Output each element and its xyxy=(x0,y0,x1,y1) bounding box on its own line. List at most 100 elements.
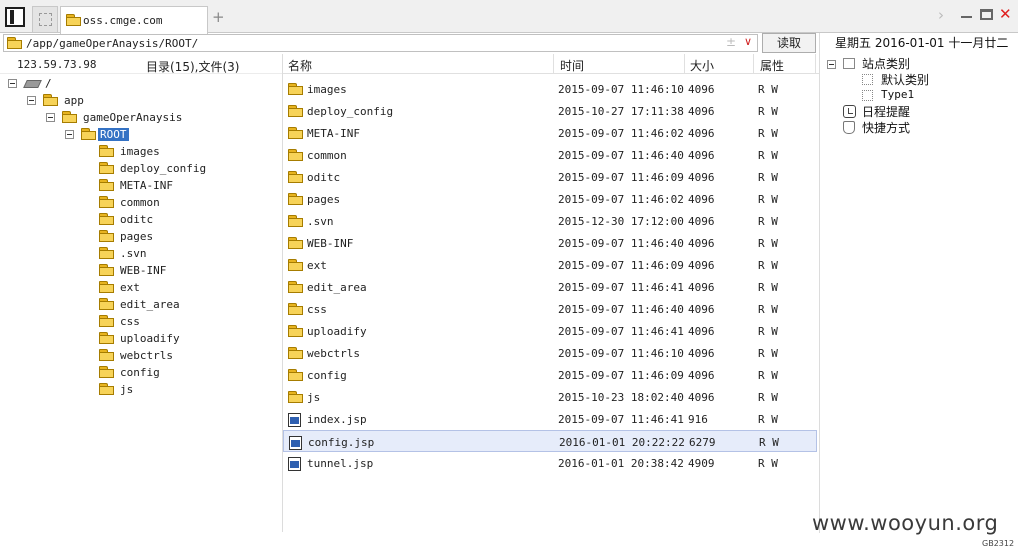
column-divider[interactable] xyxy=(684,54,685,74)
folder-icon xyxy=(7,37,22,49)
drive-icon xyxy=(23,80,42,88)
folder-icon xyxy=(288,127,303,139)
minimize-icon[interactable] xyxy=(961,16,972,18)
file-size: 4096 xyxy=(688,303,715,316)
folder-icon xyxy=(288,237,303,249)
file-size: 4096 xyxy=(688,391,715,404)
close-icon[interactable]: ✕ xyxy=(999,5,1012,23)
file-row[interactable]: oditc 2015-09-07 11:46:09 4096 R W xyxy=(283,166,817,188)
file-time: 2015-12-30 17:12:00 xyxy=(558,215,684,228)
collapse-icon[interactable] xyxy=(65,130,74,139)
tree-label: uploadify xyxy=(120,332,180,345)
file-row[interactable]: uploadify 2015-09-07 11:46:41 4096 R W xyxy=(283,320,817,342)
folder-icon xyxy=(43,94,58,106)
file-attr: R W xyxy=(759,436,779,449)
chevron-down-icon[interactable]: ∨ xyxy=(744,35,752,48)
file-name: images xyxy=(307,83,347,96)
folder-icon xyxy=(288,303,303,315)
file-row[interactable]: images 2015-09-07 11:46:10 4096 R W xyxy=(283,78,817,100)
file-row[interactable]: WEB-INF 2015-09-07 11:46:40 4096 R W xyxy=(283,232,817,254)
folder-icon xyxy=(99,366,114,378)
collapse-icon[interactable] xyxy=(46,113,55,122)
chevron-right-icon[interactable]: › xyxy=(938,6,944,24)
site-category-icon xyxy=(843,58,855,69)
item-counts: 目录(15),文件(3) xyxy=(146,60,240,74)
file-time: 2015-09-07 11:46:09 xyxy=(558,259,684,272)
folder-icon xyxy=(99,383,114,395)
file-time: 2015-09-07 11:46:10 xyxy=(558,83,684,96)
file-row[interactable]: .svn 2015-12-30 17:12:00 4096 R W xyxy=(283,210,817,232)
folder-icon xyxy=(81,128,96,140)
tree-label: app xyxy=(64,94,84,107)
new-tab-icon[interactable]: + xyxy=(212,8,225,26)
folder-icon xyxy=(99,145,114,157)
column-divider[interactable] xyxy=(753,54,754,74)
folder-icon xyxy=(99,247,114,259)
type1-icon xyxy=(862,90,873,101)
file-row[interactable]: config 2015-09-07 11:46:09 4096 R W xyxy=(283,364,817,386)
column-time[interactable]: 时间 xyxy=(560,57,584,74)
file-attr: R W xyxy=(758,457,778,470)
file-attr: R W xyxy=(758,83,778,96)
tree-label: deploy_config xyxy=(120,162,207,175)
file-attr: R W xyxy=(758,325,778,338)
file-row[interactable]: pages 2015-09-07 11:46:02 4096 R W xyxy=(283,188,817,210)
shortcuts-label[interactable]: 快捷方式 xyxy=(862,119,910,136)
folder-icon xyxy=(99,349,114,361)
file-attr: R W xyxy=(758,171,778,184)
column-divider[interactable] xyxy=(815,54,816,74)
blank-page-icon xyxy=(39,13,52,26)
file-name: ext xyxy=(307,259,327,272)
file-row[interactable]: edit_area 2015-09-07 11:46:41 4096 R W xyxy=(283,276,817,298)
file-row[interactable]: META-INF 2015-09-07 11:46:02 4096 R W xyxy=(283,122,817,144)
address-input[interactable]: /app/gameOperAnaysis/ROOT/ ± ∨ xyxy=(3,34,758,52)
file-row[interactable]: ext 2015-09-07 11:46:09 4096 R W xyxy=(283,254,817,276)
collapse-icon[interactable] xyxy=(827,60,836,69)
read-button[interactable]: 读取 xyxy=(762,33,816,53)
file-attr: R W xyxy=(758,127,778,140)
type1-label[interactable]: Type1 xyxy=(881,88,914,101)
file-name: index.jsp xyxy=(307,413,367,426)
collapse-icon[interactable] xyxy=(27,96,36,105)
tab-blank[interactable] xyxy=(32,6,58,32)
site-category-label[interactable]: 站点类别 xyxy=(862,55,910,72)
address-value: /app/gameOperAnaysis/ROOT/ xyxy=(26,37,199,50)
file-row[interactable]: common 2015-09-07 11:46:40 4096 R W xyxy=(283,144,817,166)
maximize-icon[interactable] xyxy=(980,9,993,20)
collapse-icon[interactable] xyxy=(8,79,17,88)
file-list-header: 名称 时间 大小 属性 xyxy=(283,54,819,74)
file-row[interactable]: webctrls 2015-09-07 11:46:10 4096 R W xyxy=(283,342,817,364)
column-name[interactable]: 名称 xyxy=(288,57,312,74)
file-name: js xyxy=(307,391,321,404)
column-size[interactable]: 大小 xyxy=(690,57,714,74)
file-size: 4096 xyxy=(688,259,715,272)
file-attr: R W xyxy=(758,391,778,404)
file-name: css xyxy=(307,303,327,316)
file-row[interactable]: deploy_config 2015-10-27 17:11:38 4096 R W xyxy=(283,100,817,122)
file-time: 2016-01-01 20:38:42 xyxy=(558,457,684,470)
file-row[interactable]: js 2015-10-23 18:02:40 4096 R W xyxy=(283,386,817,408)
folder-icon xyxy=(288,215,303,227)
file-size: 4096 xyxy=(688,83,715,96)
sidebar-toggle-icon[interactable] xyxy=(5,7,25,27)
file-size: 4096 xyxy=(688,215,715,228)
file-size: 4096 xyxy=(688,193,715,206)
default-category-label[interactable]: 默认类别 xyxy=(881,71,929,88)
file-name: META-INF xyxy=(307,127,360,140)
file-time: 2016-01-01 20:22:22 xyxy=(559,436,685,449)
column-attr[interactable]: 属性 xyxy=(760,57,784,74)
file-row[interactable]: index.jsp 2015-09-07 11:46:41 916 R W xyxy=(283,408,817,430)
file-time: 2015-09-07 11:46:09 xyxy=(558,171,684,184)
file-name: uploadify xyxy=(307,325,367,338)
file-row[interactable]: tunnel.jsp 2016-01-01 20:38:42 4909 R W xyxy=(283,452,817,474)
clear-icon[interactable]: ± xyxy=(726,35,736,49)
column-divider[interactable] xyxy=(553,54,554,74)
tab-active[interactable]: oss.cmge.com xyxy=(60,6,208,34)
right-splitter[interactable] xyxy=(819,33,820,533)
file-size: 4096 xyxy=(688,171,715,184)
file-row[interactable]: config.jsp 2016-01-01 20:22:22 6279 R W xyxy=(283,430,817,452)
encoding-status: GB2312 xyxy=(982,539,1015,548)
schedule-label[interactable]: 日程提醒 xyxy=(862,103,910,120)
file-size: 4096 xyxy=(688,347,715,360)
file-row[interactable]: css 2015-09-07 11:46:40 4096 R W xyxy=(283,298,817,320)
